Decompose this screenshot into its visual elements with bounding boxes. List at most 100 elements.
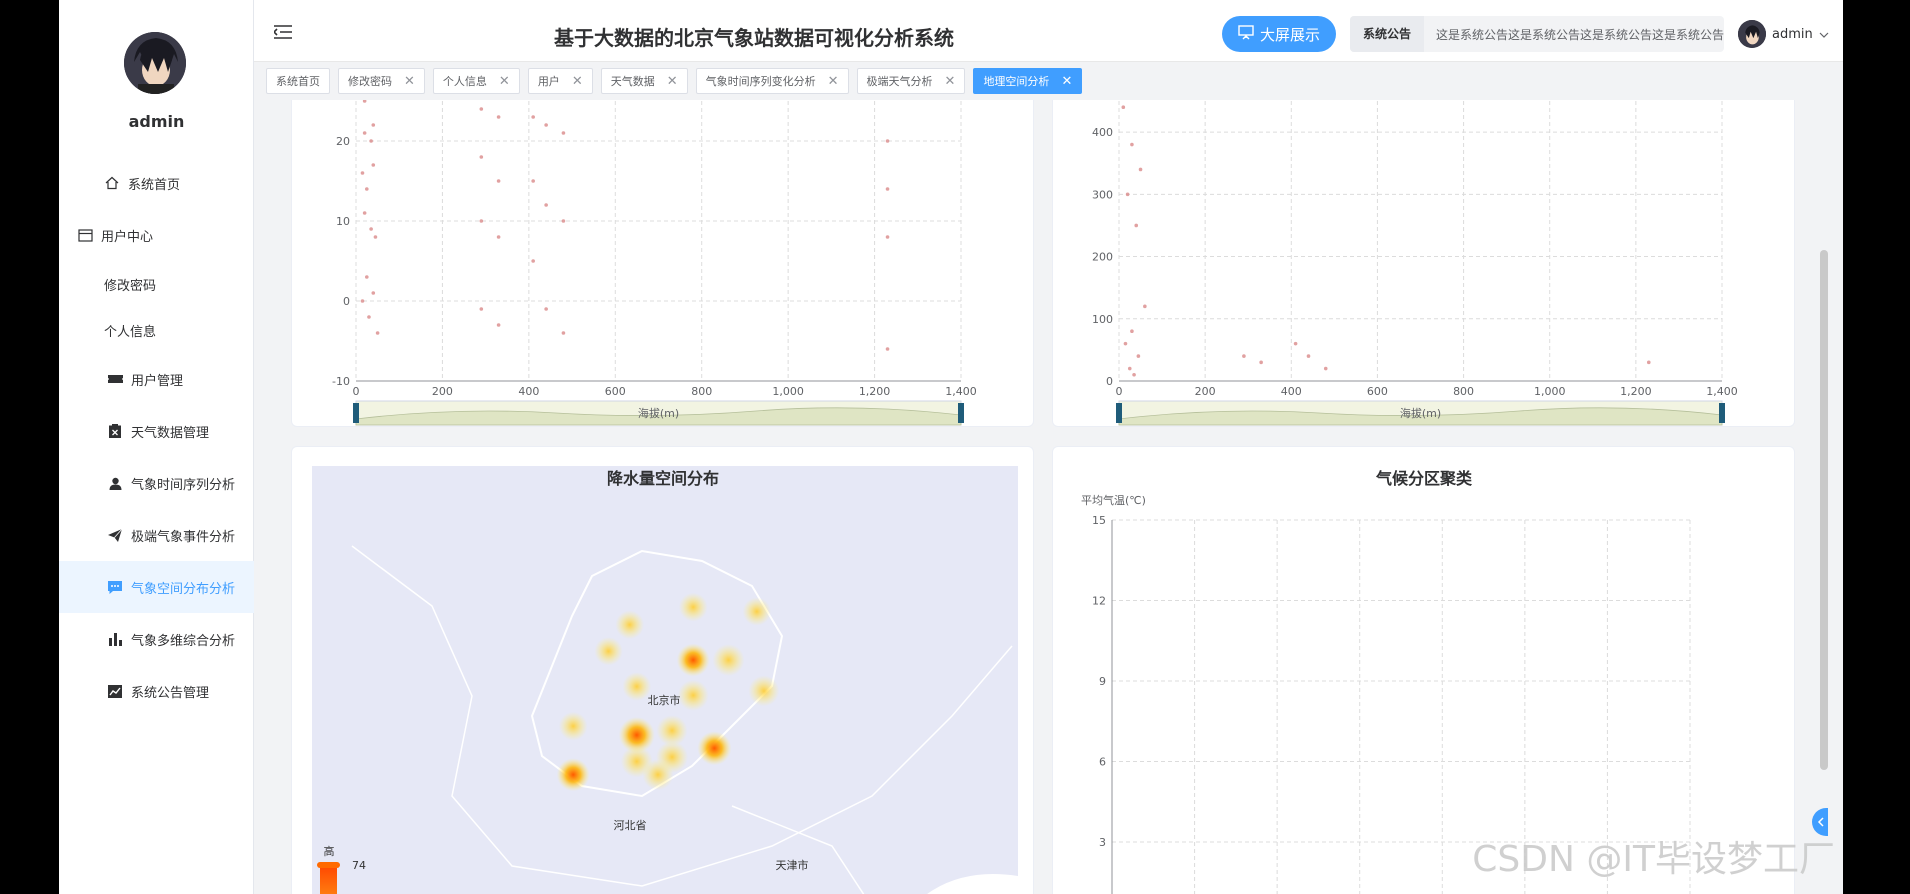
precipitation-heatmap[interactable]: 北京市河北省天津市 降水量空间分布高 74 [292,447,1035,894]
tag-time-series[interactable]: 气象时间序列变化分析 ✕ [695,68,849,94]
data-point [1130,329,1134,334]
map-label: 天津市 [776,858,809,872]
data-point [1143,304,1147,309]
sidebar-item-extreme-events[interactable]: 极端气象事件分析 [59,509,254,561]
x-tick-label: 400 [518,385,539,398]
data-point [531,259,535,263]
data-point [369,139,373,143]
close-icon[interactable]: ✕ [572,74,583,89]
close-icon[interactable]: ✕ [499,74,510,89]
scatter-chart-right[interactable]: 0 200 400 600 800 1,000 1,200 1,400 400 300 200 100… [1053,100,1796,428]
data-point [360,171,365,175]
data-point [371,123,376,127]
sidebar-item-label: 气象时间序列分析 [131,477,236,493]
sidebar-item-user-center[interactable]: 用户中心 [59,209,254,261]
data-point [544,307,548,311]
data-point [1138,167,1143,172]
close-icon[interactable]: ✕ [828,74,839,89]
data-point [1130,142,1134,147]
data-point [531,115,535,119]
x-tick-label: 400 [1281,385,1302,398]
data-point [365,275,369,279]
notice-text: 这是系统公告这是系统公告这是系统公告这是系统公告 [1435,27,1724,42]
legend-bar [320,864,337,894]
sidebar-item-user-management[interactable]: 用户管理 [59,353,254,405]
tag-weather-data[interactable]: 天气数据 ✕ [600,68,688,94]
data-point [362,100,367,103]
tag-spatial[interactable]: 地理空间分析 ✕ [973,68,1083,94]
close-icon[interactable]: ✕ [667,74,678,89]
page-scrollbar[interactable] [1820,250,1828,770]
heat-point [697,731,732,766]
x-tick-label: 800 [1453,385,1474,398]
tag-profile[interactable]: 个人信息 ✕ [432,68,520,94]
legend-value: 74 [352,859,366,872]
y-tick-label: 300 [1092,188,1113,201]
sidebar-item-label: 系统首页 [128,177,181,193]
sidebar-item-label: 系统公告管理 [131,685,210,701]
y-axis-label: 平均气温(℃) [1081,493,1146,507]
heat-point [712,644,745,676]
sidebar-item-home[interactable]: 系统首页 [59,157,254,209]
sidebar-item-spatial[interactable]: 气象空间分布分析 [59,561,254,613]
sidebar-item-profile[interactable]: 个人信息 [59,307,254,353]
data-zoom-handle-left [1116,403,1122,423]
data-point [561,131,566,135]
data-zoom-label: 海拔(m) [1400,406,1441,420]
close-icon[interactable]: ✕ [1061,74,1072,89]
map-label: 河北省 [614,819,647,832]
sidebar-item-label: 气象空间分布分析 [131,581,236,597]
data-point [561,331,566,335]
legend-handle [317,862,340,868]
tag-label: 气象时间序列变化分析 [705,75,816,88]
heat-point [748,675,780,707]
sidebar-item-weather-data[interactable]: 天气数据管理 [59,405,254,457]
heat-point [642,759,674,791]
close-icon[interactable]: ✕ [945,74,956,89]
x-tick-label: 0 [1116,385,1123,398]
user-icon [107,475,123,491]
tag-home[interactable]: 系统首页 [266,68,330,94]
clipboard-icon [107,423,123,439]
x-tick-label: 1,400 [1706,385,1738,398]
tag-label: 极端天气分析 [866,75,933,88]
data-zoom-label: 海拔(m) [638,406,679,420]
tag-label: 个人信息 [442,75,487,88]
sidebar-item-time-series[interactable]: 气象时间序列分析 [59,457,254,509]
sidebar-item-change-password[interactable]: 修改密码 [59,261,254,307]
tag-change-password[interactable]: 修改密码 ✕ [338,68,425,94]
tag-user[interactable]: 用户 ✕ [527,68,593,94]
tag-bar: 系统首页 修改密码 ✕ 个人信息 ✕ 用户 ✕ 天气数据 ✕ 气象时间序列变化分析 ✕ 极… [254,64,1843,98]
data-point [371,163,376,167]
sidebar-item-announcements[interactable]: 系统公告管理 [59,665,254,717]
heat-point [615,610,645,640]
data-point [367,315,371,319]
sidebar-item-multidimensional[interactable]: 气象多维综合分析 [59,613,254,665]
card-icon [77,227,93,243]
avatar[interactable] [124,32,186,94]
y-tick-label: 6 [1099,756,1106,769]
menu-toggle-icon[interactable] [272,24,292,39]
data-point [544,203,548,207]
sidebar-item-label: 用户管理 [131,373,184,389]
data-point [371,291,376,295]
data-point [360,299,365,303]
close-icon[interactable]: ✕ [404,74,415,89]
paper-plane-icon [107,527,123,543]
legend-high-label: 高 [324,844,335,858]
tag-extreme-weather[interactable]: 极端天气分析 ✕ [856,68,966,94]
user-dropdown[interactable]: admin [1738,20,1829,48]
big-screen-button[interactable]: 大屏展示 [1222,16,1336,52]
data-point [496,323,501,327]
presentation-icon [1238,24,1254,44]
tag-label: 修改密码 [348,75,392,88]
sidebar-item-label: 气象多维综合分析 [131,633,236,649]
scatter-chart-left[interactable]: 0 200 400 600 800 1,000 1,200 1,40020100-10海拔(m… [292,100,1035,428]
climate-cluster-chart[interactable]: 气候分区聚类平均气温(℃) 15 12 9 6 3 [1053,447,1796,894]
scatter-card-left: 0 200 400 600 800 1,000 1,200 1,400 20 10 0 -10 海拔(m… [291,100,1034,427]
notice-bar[interactable]: 系统公告 这是系统公告这是系统公告这是系统公告这是系统公告 [1350,16,1724,52]
data-point [1242,354,1246,358]
data-point [561,219,566,223]
y-tick-label: 100 [1092,313,1113,326]
x-tick-label: 200 [432,385,453,398]
